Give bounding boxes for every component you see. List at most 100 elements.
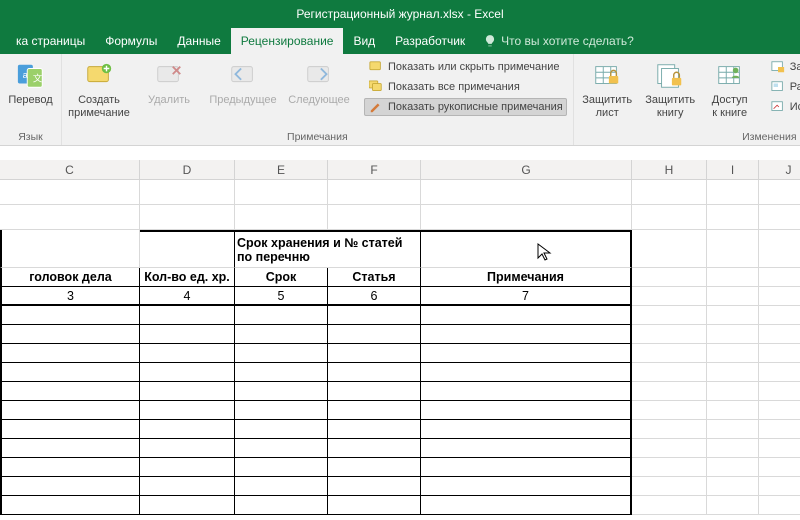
cell[interactable]	[0, 477, 140, 496]
cell[interactable]: 7	[421, 287, 632, 306]
tab-review[interactable]: Рецензирование	[231, 28, 344, 54]
cell[interactable]	[328, 401, 421, 420]
protect-sheet-button[interactable]: Защитить лист	[580, 58, 635, 119]
cell[interactable]	[707, 363, 759, 382]
next-comment-button[interactable]: Следующее	[286, 58, 352, 107]
cell[interactable]: Кол-во ед. хр.	[140, 268, 235, 287]
cell[interactable]	[140, 325, 235, 344]
column-header[interactable]: J	[759, 160, 800, 179]
cell[interactable]	[632, 230, 707, 268]
cell[interactable]	[328, 420, 421, 439]
share-workbook-button[interactable]: Доступ к книге	[706, 58, 754, 119]
cell[interactable]	[235, 306, 328, 325]
cell[interactable]	[632, 420, 707, 439]
cell[interactable]	[140, 230, 235, 268]
cell[interactable]	[707, 496, 759, 515]
cell[interactable]	[632, 477, 707, 496]
cell[interactable]	[759, 205, 800, 230]
cell[interactable]	[632, 268, 707, 287]
cell[interactable]	[707, 205, 759, 230]
cell[interactable]	[328, 439, 421, 458]
cell[interactable]	[759, 268, 800, 287]
cell[interactable]	[0, 344, 140, 363]
column-header[interactable]: C	[0, 160, 140, 179]
cell[interactable]	[140, 477, 235, 496]
cell[interactable]	[235, 363, 328, 382]
cell[interactable]	[759, 287, 800, 306]
cell[interactable]	[759, 420, 800, 439]
cell[interactable]	[421, 496, 632, 515]
cell[interactable]	[328, 363, 421, 382]
cell[interactable]	[0, 230, 140, 268]
cell[interactable]	[707, 306, 759, 325]
cell[interactable]	[235, 180, 328, 205]
cell[interactable]	[421, 230, 632, 268]
cell[interactable]	[235, 382, 328, 401]
tab-view[interactable]: Вид	[343, 28, 385, 54]
cell[interactable]	[707, 382, 759, 401]
cell[interactable]	[421, 382, 632, 401]
cell[interactable]	[632, 496, 707, 515]
cell[interactable]	[235, 420, 328, 439]
cell[interactable]	[0, 205, 140, 230]
column-header[interactable]: D	[140, 160, 235, 179]
cell[interactable]	[707, 458, 759, 477]
cell[interactable]	[421, 439, 632, 458]
cell[interactable]	[707, 268, 759, 287]
column-header[interactable]: I	[707, 160, 759, 179]
track-changes-button[interactable]: Исправления ▾	[766, 98, 800, 116]
cell[interactable]	[235, 401, 328, 420]
cell[interactable]	[328, 458, 421, 477]
spreadsheet[interactable]: BCDEFGHIJ Срок хранения и № статей по пе…	[0, 146, 800, 520]
cell[interactable]	[707, 230, 759, 268]
cell[interactable]	[421, 306, 632, 325]
cell[interactable]	[235, 458, 328, 477]
cell[interactable]: 5	[235, 287, 328, 306]
cell[interactable]	[328, 180, 421, 205]
cell[interactable]	[0, 180, 140, 205]
tab-formulas[interactable]: Формулы	[95, 28, 167, 54]
cell[interactable]	[235, 325, 328, 344]
show-hide-comment-button[interactable]: Показать или скрыть примечание	[364, 58, 567, 76]
cell[interactable]	[328, 205, 421, 230]
cell[interactable]	[140, 496, 235, 515]
cell[interactable]	[759, 230, 800, 268]
allow-edit-ranges-button[interactable]: Разрешить изменение диапазон	[766, 78, 800, 96]
cell[interactable]	[0, 420, 140, 439]
cell[interactable]	[140, 205, 235, 230]
cell[interactable]	[328, 477, 421, 496]
show-all-comments-button[interactable]: Показать все примечания	[364, 78, 567, 96]
cell[interactable]	[0, 363, 140, 382]
cell[interactable]: головок дела	[0, 268, 140, 287]
cell[interactable]	[707, 420, 759, 439]
cell[interactable]	[140, 420, 235, 439]
tab-data[interactable]: Данные	[167, 28, 230, 54]
translate-button[interactable]: a文 Перевод	[6, 58, 55, 107]
cell[interactable]	[328, 496, 421, 515]
cell[interactable]	[759, 401, 800, 420]
cell[interactable]	[707, 439, 759, 458]
cell[interactable]	[632, 458, 707, 477]
cell[interactable]	[0, 496, 140, 515]
cell[interactable]	[140, 439, 235, 458]
cell[interactable]	[328, 344, 421, 363]
cell[interactable]	[0, 401, 140, 420]
column-header[interactable]: H	[632, 160, 707, 179]
cell[interactable]	[235, 477, 328, 496]
cell[interactable]	[235, 205, 328, 230]
cell[interactable]	[0, 439, 140, 458]
cell[interactable]	[0, 306, 140, 325]
new-comment-button[interactable]: Создать примечание	[68, 58, 130, 119]
cell[interactable]	[328, 306, 421, 325]
cell[interactable]	[0, 382, 140, 401]
cell[interactable]	[421, 325, 632, 344]
column-header[interactable]: F	[328, 160, 421, 179]
cell[interactable]: Статья	[328, 268, 421, 287]
column-header[interactable]: E	[235, 160, 328, 179]
cell[interactable]	[0, 458, 140, 477]
cell[interactable]	[632, 382, 707, 401]
column-header[interactable]: G	[421, 160, 632, 179]
cell[interactable]: Срок хранения и № статей по перечню	[235, 230, 421, 268]
cell[interactable]	[632, 439, 707, 458]
cell[interactable]	[421, 401, 632, 420]
